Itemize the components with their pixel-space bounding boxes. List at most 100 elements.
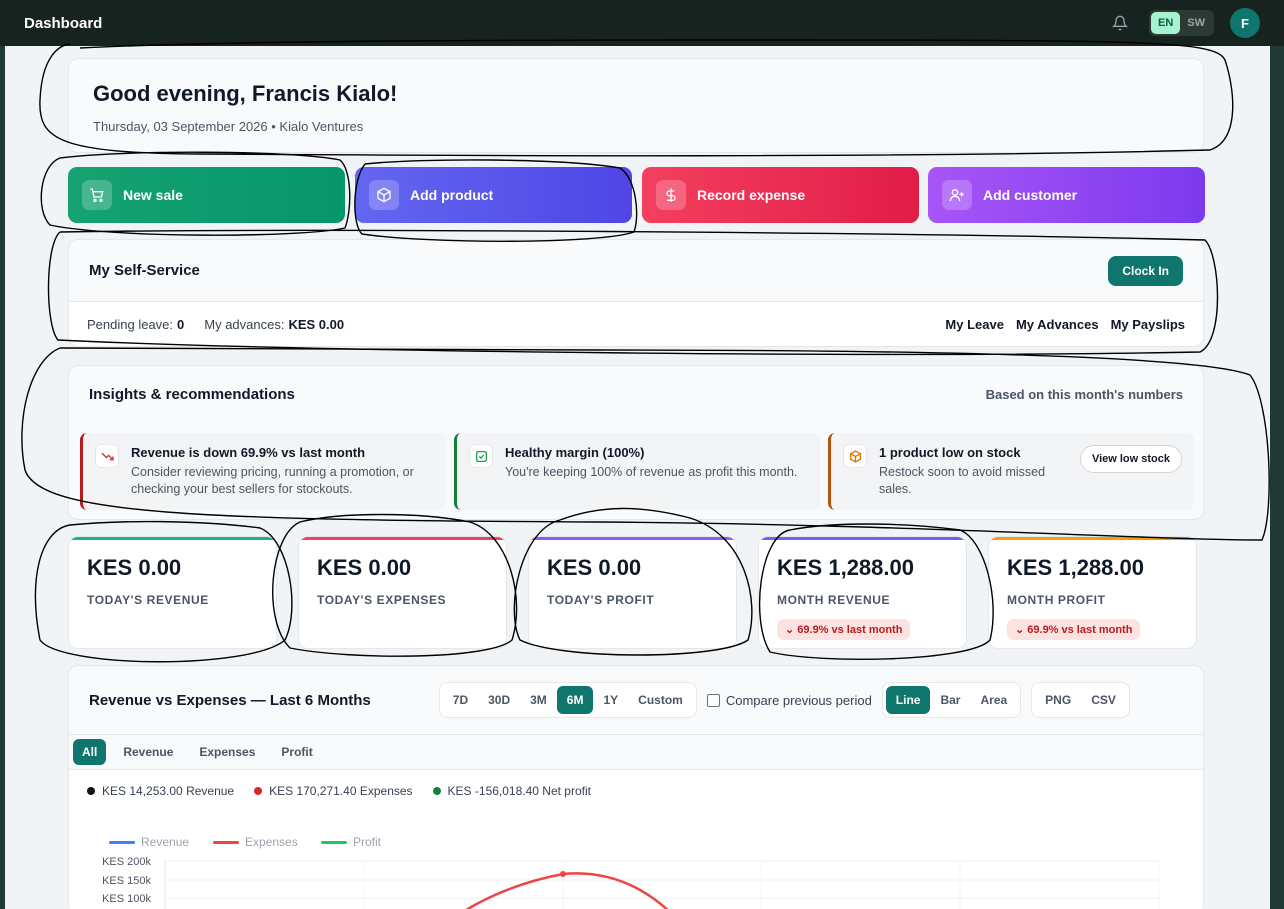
kpi-card-today-expenses: KES 0.00 TODAY'S EXPENSES — [298, 536, 507, 649]
new-sale-button[interactable]: New sale — [68, 167, 345, 223]
kpi-label: TODAY'S REVENUE — [87, 593, 209, 607]
top-bar: Dashboard EN SW F — [0, 0, 1284, 46]
range-7d-button[interactable]: 7D — [443, 686, 478, 714]
range-1y-button[interactable]: 1Y — [593, 686, 628, 714]
summary-text: KES -156,018.40 Net profit — [447, 784, 591, 798]
insights-card: Insights & recommendations Based on this… — [68, 365, 1204, 520]
kpi-value: KES 0.00 — [547, 555, 642, 580]
filter-profit-tab[interactable]: Profit — [272, 739, 321, 765]
advances-value: KES 0.00 — [288, 316, 345, 332]
legend-expenses: Expenses — [245, 835, 298, 849]
filter-expenses-tab[interactable]: Expenses — [190, 739, 264, 765]
box-icon — [369, 180, 399, 210]
app-title: Dashboard — [24, 14, 103, 32]
summary-text: KES 170,271.40 Expenses — [269, 784, 413, 798]
type-bar-button[interactable]: Bar — [930, 686, 970, 714]
series-filter-tabs: All Revenue Expenses Profit — [69, 734, 1203, 770]
kpi-change-badge: ⌄ 69.9% vs last month — [1007, 619, 1141, 640]
range-30d-button[interactable]: 30D — [478, 686, 520, 714]
range-selector: 7D 30D 3M 6M 1Y Custom — [438, 682, 697, 718]
filter-all-tab[interactable]: All — [73, 739, 107, 765]
greeting-subtitle: Thursday, 03 September 2026 • Kialo Vent… — [93, 119, 364, 134]
chart-summary: KES 14,253.00 Revenue KES 170,271.40 Exp… — [69, 770, 1203, 812]
lang-sw-button[interactable]: SW — [1180, 12, 1212, 34]
insight-body: You're keeping 100% of revenue as profit… — [505, 465, 798, 479]
legend-dot — [254, 787, 263, 795]
trend-down-icon — [95, 444, 119, 468]
self-service-links: My Leave My Advances My Payslips — [945, 317, 1185, 332]
type-line-button[interactable]: Line — [885, 686, 931, 714]
bell-icon[interactable] — [1111, 14, 1129, 32]
add-product-label: Add product — [410, 187, 494, 203]
insights-title: Insights & recommendations — [89, 386, 295, 403]
kpi-value: KES 0.00 — [317, 555, 412, 580]
compare-toggle[interactable]: Compare previous period — [706, 693, 872, 708]
package-icon — [843, 444, 867, 468]
range-3m-button[interactable]: 3M — [520, 686, 557, 714]
legend-swatch-profit — [321, 841, 347, 844]
filter-revenue-tab[interactable]: Revenue — [114, 739, 182, 765]
insight-body: Restock soon to avoid missed sales. — [879, 465, 1046, 496]
kpi-card-today-profit: KES 0.00 TODAY'S PROFIT — [528, 536, 737, 649]
kpi-label: MONTH REVENUE — [777, 593, 891, 607]
insight-tiles: Revenue is down 69.9% vs last month Cons… — [80, 433, 1194, 510]
insights-header: Insights & recommendations Based on this… — [69, 366, 1203, 403]
self-service-card: My Self-Service Clock In Pending leave: … — [68, 239, 1204, 347]
range-6m-button[interactable]: 6M — [556, 686, 594, 714]
self-service-title: My Self-Service — [89, 262, 200, 279]
insight-body: Consider reviewing pricing, running a pr… — [131, 465, 414, 496]
avatar[interactable]: F — [1230, 8, 1260, 38]
line-chart: Revenue Expenses Profit KES 200k KES 150… — [102, 835, 1160, 909]
my-payslips-link[interactable]: My Payslips — [1111, 317, 1185, 332]
legend-revenue: Revenue — [141, 835, 189, 849]
export-selector: PNG CSV — [1031, 682, 1130, 718]
expenses-series-line — [465, 872, 669, 909]
summary-revenue: KES 14,253.00 Revenue — [87, 784, 234, 798]
add-customer-button[interactable]: Add customer — [928, 167, 1205, 223]
legend-profit: Profit — [353, 835, 382, 849]
insight-tile: Revenue is down 69.9% vs last month Cons… — [80, 433, 446, 510]
summary-net-profit: KES -156,018.40 Net profit — [432, 784, 591, 798]
chart-card: Revenue vs Expenses — Last 6 Months 7D 3… — [68, 665, 1204, 909]
greeting-card: Good evening, Francis Kialo! Thursday, 0… — [68, 58, 1204, 153]
export-png-button[interactable]: PNG — [1035, 686, 1081, 714]
language-toggle: EN SW — [1148, 10, 1214, 36]
chart-title: Revenue vs Expenses — Last 6 Months — [89, 691, 371, 709]
type-area-button[interactable]: Area — [970, 686, 1017, 714]
pending-leave-label: Pending leave: — [87, 316, 174, 332]
cart-icon — [82, 180, 112, 210]
lang-en-button[interactable]: EN — [1150, 12, 1181, 34]
add-customer-label: Add customer — [983, 187, 1078, 203]
kpi-card-month-profit: KES 1,288.00 MONTH PROFIT ⌄ 69.9% vs las… — [988, 536, 1197, 649]
pending-leave-value: 0 — [177, 316, 185, 332]
range-custom-button[interactable]: Custom — [628, 686, 693, 714]
y-tick-label: KES 100k — [102, 893, 151, 905]
expenses-point[interactable] — [560, 871, 566, 877]
advances-label: My advances: — [204, 316, 285, 332]
kpi-card-today-revenue: KES 0.00 TODAY'S REVENUE — [68, 536, 277, 649]
self-service-header: My Self-Service Clock In — [69, 240, 1203, 302]
top-bar-actions: EN SW F — [1111, 8, 1260, 38]
record-expense-button[interactable]: Record expense — [642, 167, 919, 223]
export-csv-button[interactable]: CSV — [1081, 686, 1126, 714]
my-leave-link[interactable]: My Leave — [945, 317, 1004, 332]
kpi-change-badge: ⌄ 69.9% vs last month — [777, 619, 911, 640]
summary-expenses: KES 170,271.40 Expenses — [254, 784, 413, 798]
chart-grid — [164, 860, 1160, 909]
legend-dot — [432, 787, 441, 795]
new-sale-label: New sale — [123, 187, 183, 203]
my-advances-link[interactable]: My Advances — [1016, 317, 1099, 332]
compare-checkbox[interactable] — [706, 693, 720, 707]
add-product-button[interactable]: Add product — [355, 167, 632, 223]
kpi-label: MONTH PROFIT — [1007, 593, 1106, 607]
insight-title: 1 product low on stock — [879, 445, 1021, 460]
view-low-stock-button[interactable]: View low stock — [1079, 445, 1182, 473]
greeting-title: Good evening, Francis Kialo! — [93, 81, 398, 106]
clock-in-button[interactable]: Clock In — [1108, 255, 1183, 286]
kpi-value: KES 0.00 — [87, 555, 182, 580]
user-plus-icon — [942, 180, 972, 210]
kpi-label: TODAY'S PROFIT — [547, 593, 655, 607]
summary-text: KES 14,253.00 Revenue — [102, 784, 235, 798]
legend-swatch-expenses — [213, 841, 239, 844]
record-expense-label: Record expense — [697, 187, 806, 203]
